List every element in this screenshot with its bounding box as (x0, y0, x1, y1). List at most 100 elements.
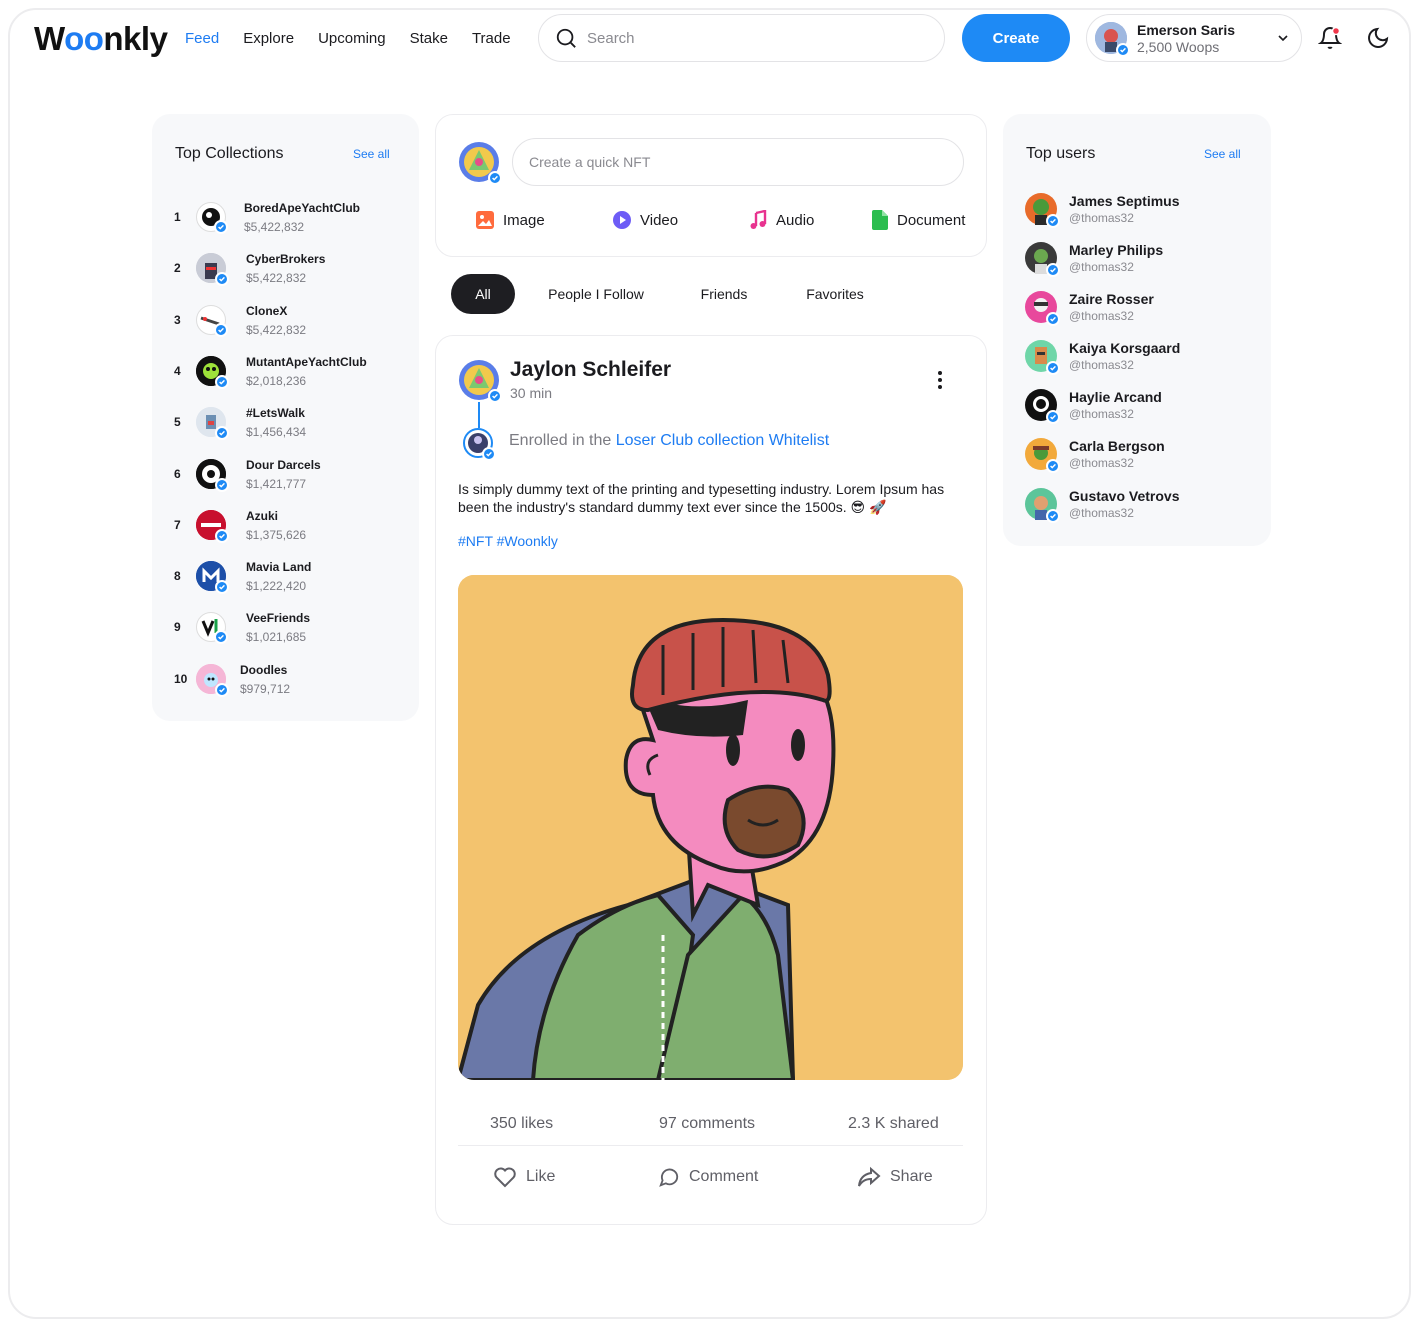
collection-name: BoredApeYachtClub (244, 200, 361, 215)
author-avatar[interactable] (459, 360, 502, 403)
more-options-icon[interactable] (937, 370, 943, 390)
bell-icon[interactable] (1318, 26, 1342, 50)
search-bar (538, 14, 945, 62)
create-button[interactable]: Create (962, 14, 1070, 62)
collection-value: $979,712 (240, 681, 291, 696)
video-icon (613, 211, 631, 229)
thread-connector (478, 402, 480, 428)
top-user-row[interactable]: Zaire Rosser @thomas32 (1025, 291, 1154, 326)
collection-row[interactable]: 1 BoredApeYachtClub $5,422,832 (174, 197, 360, 237)
whitelist-link[interactable]: Loser Club collection Whitelist (616, 432, 829, 449)
collection-value: $1,222,420 (246, 578, 307, 593)
top-user-avatar (1025, 488, 1060, 523)
collection-rank: 4 (174, 364, 181, 378)
top-users-panel: Top users See all James Septimus @thomas3… (1003, 114, 1271, 546)
enrolled-text: Enrolled in the Loser Club collection Wh… (509, 432, 830, 449)
video-label: Video (640, 211, 679, 229)
top-user-name: Kaiya Korsgaard (1069, 340, 1181, 356)
post-hashtags[interactable]: #NFT #Woonkly (458, 533, 558, 549)
collection-value: $1,421,777 (246, 476, 307, 491)
user-menu[interactable]: Emerson Saris 2,500 Woops (1086, 14, 1302, 62)
nav-explore[interactable]: Explore (243, 30, 294, 47)
collection-row[interactable]: 2 CyberBrokers $5,422,832 (174, 248, 325, 288)
top-user-name: Carla Bergson (1069, 438, 1165, 454)
verified-icon (1116, 43, 1130, 57)
top-user-avatar (1025, 242, 1060, 277)
collection-avatar (196, 664, 229, 697)
nav-feed[interactable]: Feed (185, 30, 219, 47)
collection-row[interactable]: 6 Dour Darcels $1,421,777 (174, 454, 321, 494)
collection-row[interactable]: 4 MutantApeYachtClub $2,018,236 (174, 351, 367, 391)
collection-row[interactable]: 5 #LetsWalk $1,456,434 (174, 402, 306, 442)
collection-avatar (196, 407, 229, 440)
verified-icon (215, 478, 229, 492)
post-card: Jaylon Schleifer 30 min Enrolled in the … (435, 335, 987, 1225)
image-button[interactable]: Image (475, 210, 545, 230)
shared-count[interactable]: 2.3 K shared (848, 1115, 939, 1133)
user-coins: 2,500 Woops (1137, 38, 1220, 55)
comments-count[interactable]: 97 comments (659, 1115, 755, 1133)
document-button[interactable]: Document (871, 210, 965, 230)
verified-icon (1046, 214, 1060, 228)
tab-favorites[interactable]: Favorites (800, 274, 870, 314)
collection-row[interactable]: 8 Mavia Land $1,222,420 (174, 556, 311, 596)
collection-row[interactable]: 9 VeeFriends $1,021,685 (174, 607, 310, 647)
top-user-row[interactable]: Carla Bergson @thomas32 (1025, 438, 1165, 473)
collection-name: MutantApeYachtClub (246, 354, 367, 369)
top-user-row[interactable]: James Septimus @thomas32 (1025, 193, 1180, 228)
verified-icon (1046, 410, 1060, 424)
main-nav: Feed Explore Upcoming Stake Trade (185, 30, 511, 47)
verified-icon (1046, 312, 1060, 326)
audio-button[interactable]: Audio (748, 210, 814, 230)
collection-row[interactable]: 10 Doodles $979,712 (174, 659, 290, 699)
nav-stake[interactable]: Stake (410, 30, 448, 47)
verified-icon (488, 171, 502, 185)
tab-all[interactable]: All (451, 274, 515, 314)
top-users-title: Top users (1026, 145, 1096, 162)
search-icon (556, 28, 576, 48)
image-label: Image (503, 211, 545, 229)
collection-value: $2,018,236 (246, 373, 307, 388)
top-user-row[interactable]: Marley Philips @thomas32 (1025, 242, 1164, 277)
nft-artwork-image[interactable] (458, 575, 963, 1080)
comment-button[interactable]: Comment (658, 1166, 758, 1188)
verified-icon (214, 323, 228, 337)
comment-icon (659, 1168, 679, 1187)
chevron-down-icon[interactable] (1275, 30, 1291, 46)
top-user-avatar (1025, 340, 1060, 375)
top-user-name: Marley Philips (1069, 242, 1164, 258)
document-label: Document (897, 211, 966, 229)
post-body: Is simply dummy text of the printing and… (458, 481, 945, 515)
collection-rank: 6 (174, 467, 181, 481)
moon-icon[interactable] (1366, 26, 1390, 50)
nav-upcoming[interactable]: Upcoming (318, 30, 386, 47)
collection-name: Doodles (240, 662, 288, 677)
search-input[interactable] (587, 29, 907, 47)
like-button[interactable]: Like (493, 1166, 555, 1188)
verified-icon (1046, 509, 1060, 523)
collections-see-all-link[interactable]: See all (353, 147, 390, 161)
top-user-row[interactable]: Kaiya Korsgaard @thomas32 (1025, 340, 1181, 375)
likes-count[interactable]: 350 likes (490, 1115, 553, 1133)
collection-row[interactable]: 3 CloneX $5,422,832 (174, 300, 306, 340)
collection-avatar (196, 459, 229, 492)
top-user-row[interactable]: Gustavo Vetrovs @thomas32 (1025, 488, 1180, 523)
collection-value: $1,456,434 (246, 424, 307, 439)
tab-friends[interactable]: Friends (696, 274, 752, 314)
music-note-icon (750, 210, 767, 229)
comment-label: Comment (689, 1168, 759, 1185)
collection-rank: 7 (174, 518, 181, 532)
woonkly-logo[interactable]: Woonkly (34, 20, 168, 58)
collection-avatar (196, 612, 228, 644)
share-button[interactable]: Share (857, 1166, 933, 1188)
top-user-row[interactable]: Haylie Arcand @thomas32 (1025, 389, 1162, 424)
video-button[interactable]: Video (612, 210, 678, 230)
quick-nft-input[interactable] (512, 138, 964, 186)
collection-row[interactable]: 7 Azuki $1,375,626 (174, 505, 306, 545)
top-user-avatar (1025, 193, 1060, 228)
post-author-name[interactable]: Jaylon Schleifer (510, 358, 671, 382)
share-label: Share (890, 1168, 933, 1185)
nav-trade[interactable]: Trade (472, 30, 511, 47)
tab-people-i-follow[interactable]: People I Follow (544, 274, 648, 314)
users-see-all-link[interactable]: See all (1204, 147, 1241, 161)
